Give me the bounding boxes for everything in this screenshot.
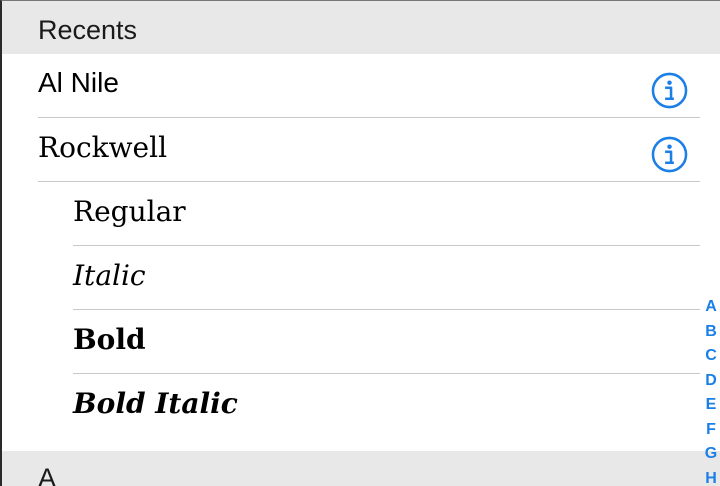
- info-icon[interactable]: [651, 72, 688, 109]
- list-item-style-italic[interactable]: Italic: [2, 246, 720, 310]
- list-item-al-nile[interactable]: Al Nile: [2, 54, 720, 118]
- font-name-rockwell: Rockwell: [38, 131, 168, 164]
- section-index-bar[interactable]: A B C D E F G H: [699, 295, 720, 486]
- index-letter-f[interactable]: F: [699, 418, 720, 443]
- index-letter-c[interactable]: C: [699, 344, 720, 369]
- section-title-a: A: [38, 463, 57, 486]
- style-name-bold-italic: Bold Italic: [73, 387, 238, 420]
- list-item-style-bold-italic[interactable]: Bold Italic: [2, 374, 720, 438]
- style-name-bold: Bold: [73, 323, 146, 356]
- style-name-regular: Regular: [73, 195, 186, 228]
- info-icon[interactable]: [651, 136, 688, 173]
- list-item-style-bold[interactable]: Bold: [2, 310, 720, 374]
- index-letter-d[interactable]: D: [699, 369, 720, 394]
- section-header-a: A: [2, 451, 720, 486]
- index-letter-h[interactable]: H: [699, 467, 720, 486]
- section-header-recents: Recents: [2, 1, 720, 54]
- font-name-al-nile: Al Nile: [38, 67, 119, 98]
- list-item-rockwell[interactable]: Rockwell: [2, 118, 720, 182]
- index-letter-b[interactable]: B: [699, 320, 720, 345]
- font-list-view: Recents Al Nile Rockwell Regular Italic …: [0, 0, 720, 486]
- index-letter-a[interactable]: A: [699, 295, 720, 320]
- index-letter-e[interactable]: E: [699, 393, 720, 418]
- index-letter-g[interactable]: G: [699, 442, 720, 467]
- style-name-italic: Italic: [73, 259, 146, 292]
- section-title-recents: Recents: [38, 15, 138, 45]
- list-item-style-regular[interactable]: Regular: [2, 182, 720, 246]
